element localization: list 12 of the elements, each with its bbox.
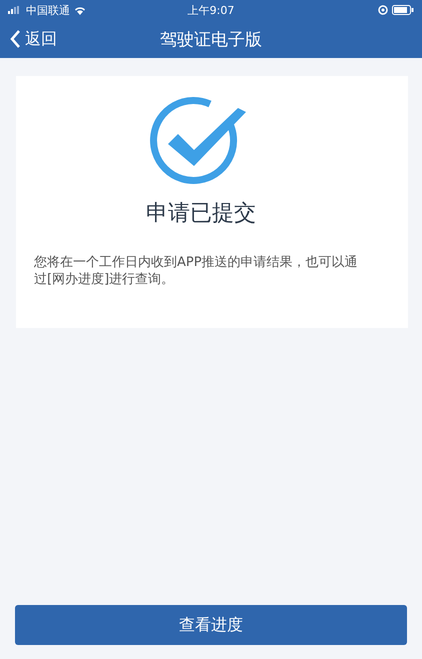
result-title: 申请已提交	[146, 200, 256, 228]
carrier-label: 中国联通	[26, 2, 70, 18]
lock-rotation-icon	[378, 5, 388, 15]
result-message: 您将在一个工作日内收到APP推送的申请结果，也可以通过[网办进度]进行查询。	[34, 254, 359, 288]
back-button[interactable]: 返回	[0, 28, 57, 50]
signal-icon	[8, 6, 22, 14]
page-title: 驾驶证电子版	[160, 28, 262, 50]
status-time: 上午9:07	[188, 2, 234, 18]
battery-icon	[392, 5, 414, 15]
view-progress-button[interactable]: 查看进度	[15, 605, 407, 645]
wifi-icon	[74, 6, 86, 14]
chevron-left-icon	[10, 30, 21, 48]
